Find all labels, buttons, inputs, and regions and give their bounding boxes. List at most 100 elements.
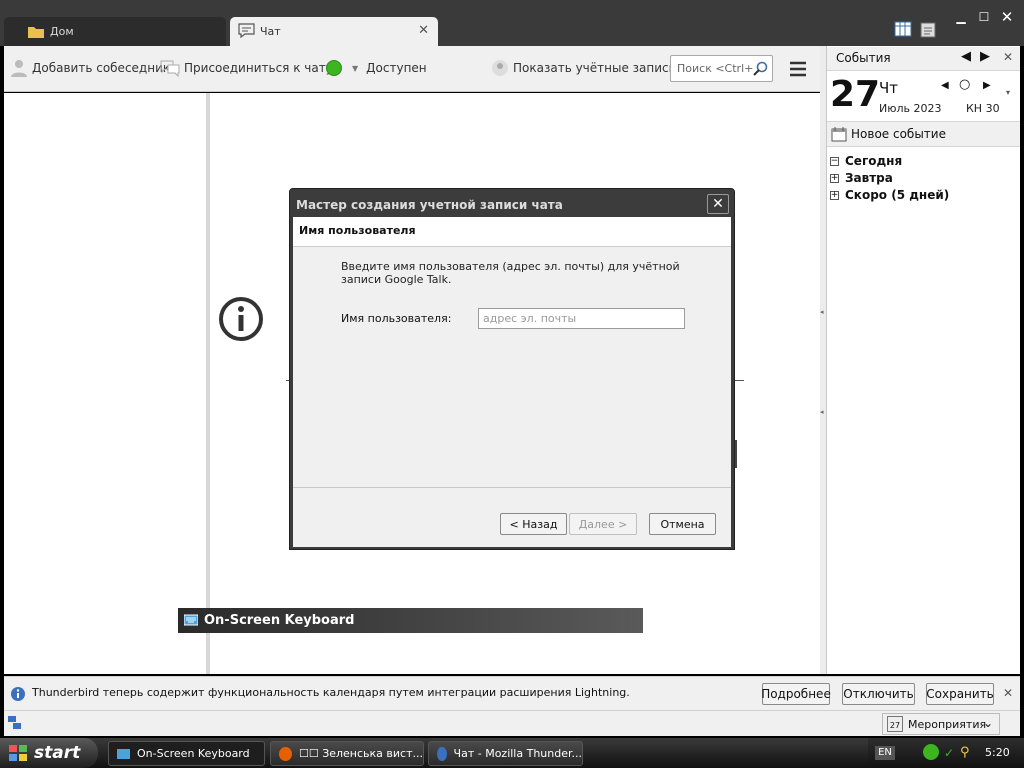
next-pane-arrow[interactable]: ▶: [980, 49, 990, 64]
status-bar: 27 Мероприятия ⌄: [4, 710, 1020, 736]
menu-icon[interactable]: [789, 61, 807, 80]
events-group-soon-label: Скоро (5 дней): [845, 188, 950, 202]
taskbar-item-firefox[interactable]: ☐☐ Зеленська вист...: [270, 741, 424, 766]
next-label: Далее >: [578, 517, 628, 531]
username-label: Имя пользователя:: [341, 312, 452, 325]
taskbar-item-thunderbird-label: Чат - Mozilla Thunder...: [453, 747, 582, 760]
tab-chat-label: Чат: [260, 25, 281, 38]
tab-home[interactable]: Дом: [4, 17, 226, 46]
clock: 5:20: [985, 746, 1010, 759]
chevron-down-icon: ⌄: [982, 716, 993, 730]
account-wizard-dialog: Мастер создания учетной записи чата ✕ Им…: [289, 188, 735, 550]
dialog-close-button[interactable]: ✕: [707, 194, 729, 214]
maximize-button[interactable]: ☐: [974, 8, 994, 26]
calendar-view-icon[interactable]: [894, 20, 912, 41]
status-available-icon: [326, 60, 342, 76]
expand-icon: +: [830, 189, 839, 200]
osk-title: On-Screen Keyboard: [204, 613, 355, 628]
events-group-soon[interactable]: + Скоро (5 дней): [830, 187, 949, 203]
dialog-heading: Имя пользователя: [299, 224, 416, 237]
accounts-icon: [492, 60, 508, 76]
calendar-mini-icon: 27: [887, 716, 903, 732]
back-label: < Назад: [509, 517, 558, 531]
username-placeholder: адрес эл. почты: [483, 312, 577, 325]
taskbar-item-keyboard-label: On-Screen Keyboard: [137, 747, 250, 760]
taskbar-item-thunderbird[interactable]: Чат - Mozilla Thunder...: [428, 741, 583, 766]
thunderbird-icon: [437, 746, 447, 761]
show-accounts-label: Показать учётные записи: [513, 61, 677, 75]
tray-check-icon[interactable]: ✓: [944, 746, 954, 760]
tab-home-label: Дом: [50, 25, 74, 38]
collapse-icon: −: [830, 155, 839, 166]
close-notification-icon[interactable]: ✕: [1003, 686, 1013, 700]
dropdown-arrow-icon: ▼: [352, 63, 359, 73]
dialog-header: Имя пользователя: [293, 217, 731, 247]
new-event-button[interactable]: Новое событие: [831, 126, 946, 142]
search-placeholder: Поиск <Ctrl+K>: [677, 62, 753, 75]
chat-bubble-icon: [238, 23, 255, 38]
join-chat-button[interactable]: Присоединиться к чату: [160, 59, 333, 77]
language-indicator[interactable]: EN: [875, 746, 895, 760]
info-icon: [218, 296, 264, 345]
disable-label: Отключить: [843, 687, 914, 701]
disable-button[interactable]: Отключить: [842, 683, 915, 705]
search-icon[interactable]: [753, 61, 769, 77]
notification-bar: Thunderbird теперь содержит функциональн…: [4, 676, 1020, 710]
new-event-label: Новое событие: [851, 127, 946, 141]
week-number: КН 30: [966, 102, 1000, 115]
next-button[interactable]: Далее >: [569, 513, 637, 535]
events-group-tomorrow[interactable]: + Завтра: [830, 170, 893, 186]
keyboard-icon: [184, 614, 198, 626]
tray-search-icon[interactable]: ⚲: [960, 745, 970, 760]
minimize-button[interactable]: ▁: [951, 8, 971, 26]
events-filter-select[interactable]: 27 Мероприятия ⌄: [882, 713, 1000, 735]
status-selector[interactable]: ▼ Доступен: [326, 59, 427, 77]
more-info-label: Подробнее: [761, 687, 831, 701]
utorrent-icon[interactable]: [923, 744, 939, 760]
username-input[interactable]: адрес эл. почты: [478, 308, 685, 329]
partial-box-edge: [735, 440, 737, 468]
tasks-view-icon[interactable]: [920, 20, 936, 41]
cancel-button[interactable]: Отмена: [649, 513, 716, 535]
contacts-pane: [4, 93, 206, 674]
show-accounts-button[interactable]: Показать учётные записи: [491, 59, 676, 77]
chat-bubbles-icon: [160, 60, 180, 77]
tab-chat[interactable]: Чат ✕: [230, 17, 438, 46]
events-group-today[interactable]: − Сегодня: [830, 153, 902, 169]
day-dropdown-icon[interactable]: ▾: [1006, 88, 1010, 97]
taskbar-item-firefox-label: ☐☐ Зеленська вист...: [298, 747, 423, 760]
start-label: start: [34, 743, 81, 763]
prev-pane-arrow[interactable]: ◀: [961, 49, 971, 64]
events-group-today-label: Сегодня: [845, 154, 903, 168]
taskbar-item-keyboard[interactable]: On-Screen Keyboard: [108, 741, 265, 766]
back-button[interactable]: < Назад: [500, 513, 567, 535]
calendar-add-icon: [831, 127, 847, 142]
next-day-arrow[interactable]: ▶: [983, 80, 991, 91]
add-contact-label: Добавить собеседника: [32, 61, 178, 75]
notification-text: Thunderbird теперь содержит функциональн…: [32, 686, 630, 699]
on-screen-keyboard-titlebar[interactable]: On-Screen Keyboard: [178, 608, 643, 633]
keep-button[interactable]: Сохранить: [926, 683, 994, 705]
start-button[interactable]: start: [0, 738, 98, 768]
firefox-icon: [279, 746, 292, 761]
user-icon: [11, 60, 27, 77]
add-contact-button[interactable]: Добавить собеседника: [10, 59, 177, 77]
today-pane-title: События: [836, 51, 891, 65]
today-button[interactable]: ○: [959, 77, 970, 92]
search-input[interactable]: Поиск <Ctrl+K>: [670, 55, 773, 82]
close-window-button[interactable]: ✕: [997, 8, 1017, 26]
keep-label: Сохранить: [926, 687, 994, 701]
join-chat-label: Присоединиться к чату: [184, 61, 333, 75]
windows-logo-icon: [9, 745, 27, 761]
cancel-label: Отмена: [660, 517, 705, 531]
events-filter-label: Мероприятия: [908, 717, 987, 731]
expand-icon: +: [830, 172, 839, 183]
events-group-tomorrow-label: Завтра: [845, 171, 893, 185]
folder-icon: [28, 27, 44, 38]
close-pane-icon[interactable]: ✕: [1003, 50, 1013, 64]
close-tab-icon[interactable]: ✕: [418, 23, 429, 38]
prev-day-arrow[interactable]: ◀: [941, 80, 949, 91]
more-info-button[interactable]: Подробнее: [761, 683, 831, 705]
dialog-body: Введите имя пользователя (адрес эл. почт…: [293, 247, 731, 547]
status-label: Доступен: [366, 61, 427, 75]
